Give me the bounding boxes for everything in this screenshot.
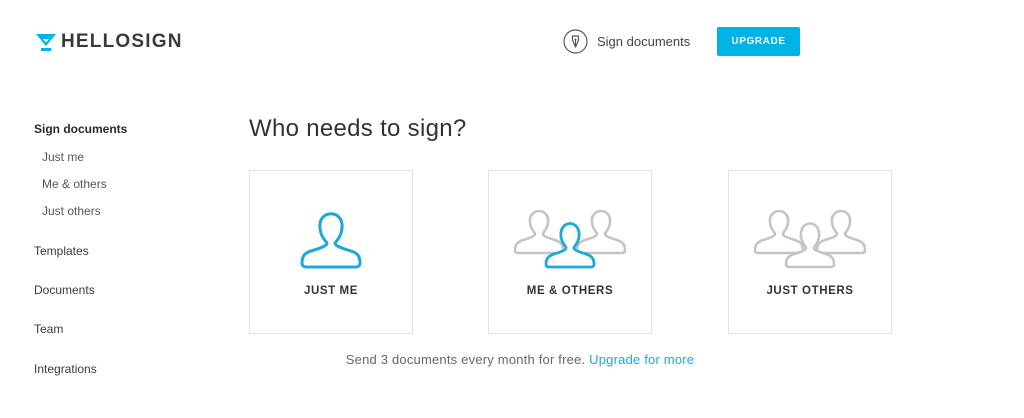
sidebar-item-templates[interactable]: Templates [34, 244, 89, 258]
sidebar-item-sign-documents[interactable]: Sign documents [34, 122, 127, 136]
upgrade-button[interactable]: UPGRADE [717, 27, 800, 56]
logo-wordmark: HELLOSIGN [61, 31, 183, 52]
free-plan-text: Send 3 documents every month for free. [345, 352, 586, 367]
free-plan-note: Send 3 documents every month for free. U… [0, 352, 1024, 367]
sidebar-item-team[interactable]: Team [34, 322, 63, 336]
hellosign-logo[interactable]: HELLOSIGN [35, 31, 183, 53]
single-user-icon [300, 212, 362, 269]
sidebar-item-just-others[interactable]: Just others [42, 204, 101, 218]
page-title: Who needs to sign? [249, 115, 467, 142]
header-sign-documents-link[interactable]: Sign documents [563, 29, 690, 54]
sidebar-item-just-me[interactable]: Just me [42, 150, 84, 164]
header-sign-documents-label: Sign documents [597, 34, 691, 49]
card-just-others[interactable]: JUST OTHERS [728, 170, 892, 334]
card-label-me-and-others: ME & OTHERS [526, 285, 614, 297]
card-just-me[interactable]: JUST ME [249, 170, 413, 334]
user-group-highlighted-icon [514, 209, 626, 269]
card-me-and-others[interactable]: ME & OTHERS [488, 170, 652, 334]
pen-nib-icon [563, 29, 588, 54]
sidebar-item-me-and-others[interactable]: Me & others [42, 177, 107, 191]
upgrade-for-more-link[interactable]: Upgrade for more [589, 352, 694, 367]
hellosign-check-icon [36, 34, 56, 51]
sidebar-item-documents[interactable]: Documents [34, 283, 95, 297]
user-group-icon [754, 209, 866, 269]
card-label-just-me: JUST ME [303, 285, 359, 297]
card-label-just-others: JUST OTHERS [766, 285, 854, 297]
